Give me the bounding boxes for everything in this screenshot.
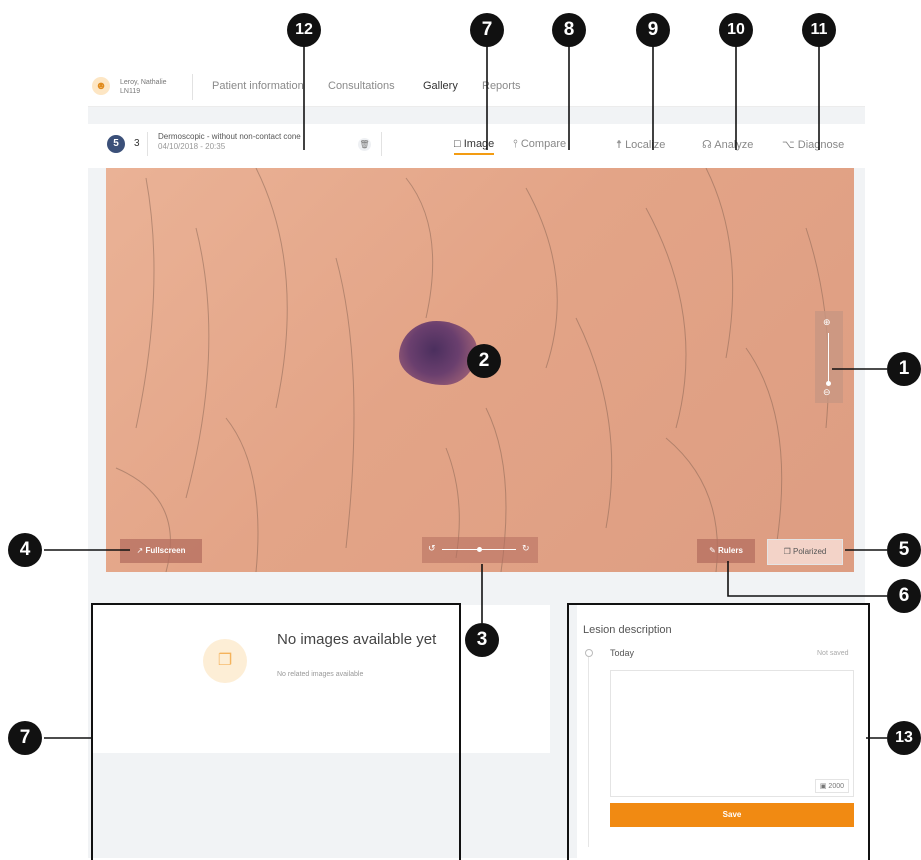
callout-12: 12 [287,13,321,47]
callout-lines [44,46,887,739]
callout-6: 6 [887,579,921,613]
callout-1: 1 [887,352,921,386]
callout-9: 9 [636,13,670,47]
callout-11: 11 [802,13,836,47]
callout-10: 10 [719,13,753,47]
callout-4: 4 [8,533,42,567]
callout-3: 3 [465,623,499,657]
callout-5: 5 [887,533,921,567]
callout-2: 2 [467,344,501,378]
callout-7-lower: 7 [8,721,42,755]
callout-7: 7 [470,13,504,47]
callout-13: 13 [887,721,921,755]
callout-8: 8 [552,13,586,47]
